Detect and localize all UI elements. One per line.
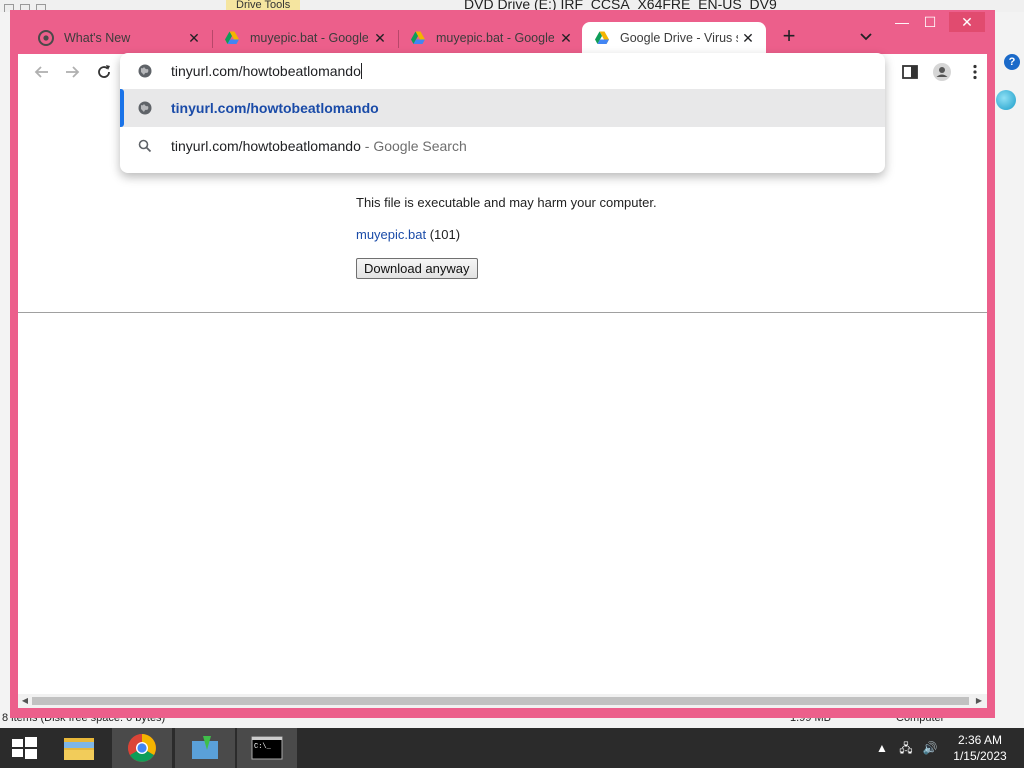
selection-indicator (120, 89, 124, 127)
suggestion-url[interactable]: tinyurl.com/howtobeatlomando (120, 89, 885, 127)
chrome-icon[interactable] (112, 728, 172, 768)
network-icon[interactable]: 🖧 (898, 740, 914, 756)
google-drive-icon (411, 31, 425, 44)
executable-warning: This file is executable and may harm you… (356, 195, 657, 210)
svg-text:C:\_: C:\_ (254, 743, 272, 751)
tab-google-drive-virus-scan[interactable]: Google Drive - Virus sc ✕ (582, 22, 766, 54)
help-icon[interactable]: ? (1004, 54, 1020, 70)
side-panel-icon[interactable] (900, 62, 920, 82)
suggestion-text: tinyurl.com/howtobeatlomando (171, 100, 379, 116)
close-window-button[interactable]: ✕ (949, 12, 985, 32)
command-prompt-icon[interactable]: C:\_ (237, 728, 297, 768)
more-menu-icon[interactable] (965, 62, 985, 82)
tab-title: muyepic.bat - Google (250, 31, 368, 45)
tab-title: Google Drive - Virus sc (620, 31, 738, 45)
close-icon[interactable]: ✕ (740, 30, 756, 46)
volume-icon[interactable]: 🔊 (922, 740, 938, 756)
globe-icon (138, 101, 152, 115)
text-caret (360, 63, 362, 79)
tab-strip: What's New ✕ muyepic.bat - Google ✕ muye… (10, 10, 995, 54)
address-input[interactable]: tinyurl.com/howtobeatlomando (171, 63, 362, 79)
divider (18, 312, 987, 313)
clock-date: 1/15/2023 (953, 749, 1007, 763)
close-icon[interactable]: ✕ (558, 30, 574, 46)
horizontal-scrollbar[interactable]: ◀ ▶ (18, 694, 987, 708)
clock-time: 2:36 AM (957, 733, 1003, 747)
minimize-button[interactable]: — (887, 12, 917, 32)
close-icon[interactable]: ✕ (372, 30, 388, 46)
download-anyway-button[interactable]: Download anyway (356, 258, 478, 279)
page-content: This file is executable and may harm you… (18, 90, 987, 708)
suggestion-search[interactable]: tinyurl.com/howtobeatlomando - Google Se… (120, 127, 885, 165)
globe-icon (996, 90, 1016, 110)
file-size: (101) (429, 227, 461, 242)
tab-title: What's New (64, 31, 131, 45)
install-app-icon[interactable] (175, 728, 235, 768)
address-bar[interactable]: tinyurl.com/howtobeatlomando (120, 53, 885, 89)
system-clock[interactable]: 2:36 AM 1/15/2023 (944, 732, 1016, 764)
scroll-left-icon[interactable]: ◀ (20, 696, 30, 706)
file-name-link[interactable]: muyepic.bat (356, 227, 426, 242)
tab-muyepic-1[interactable]: muyepic.bat - Google ✕ (212, 22, 398, 54)
search-icon (138, 139, 152, 153)
tab-muyepic-2[interactable]: muyepic.bat - Google ✕ (398, 22, 584, 54)
scrollbar-thumb[interactable] (32, 697, 969, 705)
windows-start-icon[interactable] (0, 728, 48, 768)
reload-icon[interactable] (94, 62, 114, 82)
tab-title: muyepic.bat - Google (436, 31, 554, 45)
show-hidden-icons-icon[interactable]: ▲ (874, 740, 890, 756)
profile-avatar-icon[interactable] (932, 62, 952, 82)
tab-whats-new[interactable]: What's New ✕ (26, 22, 212, 54)
google-drive-icon (225, 31, 239, 44)
suggestion-text: tinyurl.com/howtobeatlomando - Google Se… (171, 138, 467, 154)
file-explorer-icon[interactable] (50, 728, 110, 768)
omnibox-dropdown: tinyurl.com/howtobeatlomando tinyurl.com… (120, 53, 885, 173)
scroll-right-icon[interactable]: ▶ (974, 696, 984, 706)
globe-icon (138, 64, 152, 78)
close-icon[interactable]: ✕ (186, 30, 202, 46)
file-info: muyepic.bat (101) (356, 227, 460, 242)
chevron-down-icon[interactable] (856, 26, 876, 46)
forward-arrow-icon[interactable] (62, 62, 82, 82)
back-arrow-icon[interactable] (32, 62, 52, 82)
new-tab-button[interactable]: + (778, 25, 800, 48)
taskbar: C:\_ ▲ 🖧 🔊 2:36 AM 1/15/2023 (0, 728, 1024, 768)
chrome-icon (38, 30, 54, 46)
maximize-button[interactable]: ☐ (915, 12, 945, 32)
google-drive-icon (595, 31, 609, 44)
